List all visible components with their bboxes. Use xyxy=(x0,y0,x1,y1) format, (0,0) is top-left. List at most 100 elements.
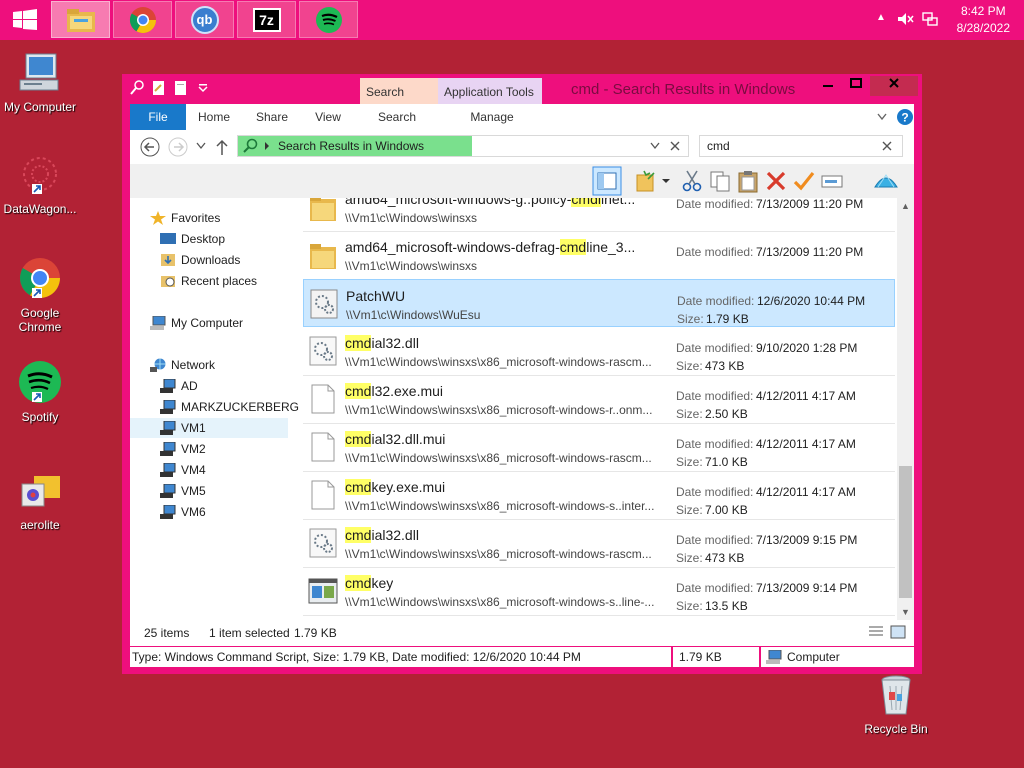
file-path: \\Vm1\c\Windows\WuEsu xyxy=(346,308,481,322)
scroll-down-arrow-icon[interactable]: ▼ xyxy=(897,604,914,620)
file-row[interactable]: amd64_microsoft-windows-defrag-cmdline_3… xyxy=(303,231,895,280)
paste-icon[interactable] xyxy=(736,169,760,193)
scroll-up-arrow-icon[interactable]: ▲ xyxy=(897,198,914,214)
clear-address-icon[interactable] xyxy=(670,141,680,151)
tab-share[interactable]: Share xyxy=(248,104,296,130)
details-view-icon[interactable] xyxy=(868,625,884,639)
nav-downloads[interactable]: Downloads xyxy=(130,250,288,270)
tray-overflow-chevron[interactable]: ▲ xyxy=(876,12,886,52)
tab-home[interactable]: Home xyxy=(190,104,238,130)
search-box[interactable]: cmd xyxy=(699,135,903,157)
tab-manage[interactable]: Manage xyxy=(446,104,538,130)
address-dropdown-icon[interactable] xyxy=(650,142,660,150)
desktop-icon-my-computer[interactable]: My Computer xyxy=(0,50,80,114)
new-item-dropdown-icon[interactable] xyxy=(660,169,672,193)
nav-recent-places[interactable]: Recent places xyxy=(130,271,288,291)
desktop-icon-google-chrome[interactable]: Google Chrome xyxy=(0,256,80,334)
start-button[interactable] xyxy=(0,0,50,40)
file-row[interactable]: cmdial32.dll.mui \\Vm1\c\Windows\winsxs\x… xyxy=(303,423,895,472)
up-arrow-icon[interactable] xyxy=(214,137,230,157)
desktop-icon-recycle-bin[interactable]: Recycle Bin xyxy=(856,672,936,736)
tab-search[interactable]: Search xyxy=(368,104,426,130)
tab-search-tools[interactable]: Search Tools xyxy=(360,78,438,127)
file-name[interactable]: cmdkey xyxy=(345,575,393,591)
file-row[interactable]: cmdl32.exe.mui \\Vm1\c\Windows\winsxs\x86… xyxy=(303,375,895,424)
search-input[interactable]: cmd xyxy=(707,139,730,153)
taskbar-qbittorrent[interactable]: qb xyxy=(175,1,234,38)
taskbar-chrome[interactable] xyxy=(113,1,172,38)
file-list: amd64_microsoft-windows-g..policy-cmdlin… xyxy=(303,198,897,620)
title-bar[interactable]: Search Tools Application Tools cmd - Sea… xyxy=(122,74,922,127)
customize-chevron-icon[interactable] xyxy=(196,80,210,96)
preview-pane-icon[interactable] xyxy=(592,166,622,196)
forward-icon[interactable] xyxy=(168,137,188,157)
nav-favorites[interactable]: Favorites xyxy=(130,208,288,228)
size-value: 71.0 KB xyxy=(705,455,748,469)
desktop-icon-aerolite[interactable]: aerolite xyxy=(0,468,80,532)
cut-icon[interactable] xyxy=(680,169,704,193)
tab-file[interactable]: File xyxy=(130,104,186,130)
file-name[interactable]: PatchWU xyxy=(346,288,405,304)
nav-my-computer[interactable]: My Computer xyxy=(130,313,288,333)
date-modified-label: Date modified: xyxy=(676,533,754,547)
nav-host-vm5[interactable]: VM5 xyxy=(130,481,288,501)
file-name[interactable]: cmdial32.dll xyxy=(345,335,419,351)
ribbon-expand-icon[interactable] xyxy=(876,112,888,122)
vertical-scrollbar[interactable]: ▲ ▼ xyxy=(897,198,914,620)
taskbar-file-explorer[interactable] xyxy=(51,1,110,38)
tab-application-tools[interactable]: Application Tools xyxy=(438,78,542,104)
taskbar-spotify[interactable] xyxy=(299,1,358,38)
file-row[interactable]: cmdkey \\Vm1\c\Windows\winsxs\x86_microso… xyxy=(303,567,895,616)
system-clock[interactable]: 8:42 PM 8/28/2022 xyxy=(957,3,1010,37)
nav-host-markzuckerberg[interactable]: MARKZUCKERBERG xyxy=(130,397,299,417)
copy-icon[interactable] xyxy=(708,169,732,193)
rename-icon[interactable] xyxy=(820,169,844,193)
svg-text:?: ? xyxy=(901,111,908,125)
file-row[interactable]: cmdkey.exe.mui \\Vm1\c\Windows\winsxs\x86… xyxy=(303,471,895,520)
minimize-button[interactable] xyxy=(814,76,842,96)
close-button[interactable] xyxy=(870,76,918,96)
file-row[interactable]: amd64_microsoft-windows-g..policy-cmdlin… xyxy=(303,198,895,232)
desktop-icon-datawagon[interactable]: DataWagon... xyxy=(0,152,80,216)
nav-label: VM1 xyxy=(181,421,206,435)
nav-host-vm1[interactable]: VM1 xyxy=(130,418,288,438)
file-row[interactable]: cmdial32.dll \\Vm1\c\Windows\winsxs\x86_m… xyxy=(303,327,895,376)
maximize-button[interactable] xyxy=(842,76,870,96)
back-icon[interactable] xyxy=(140,137,160,157)
properties-icon[interactable] xyxy=(152,80,166,96)
properties-shell-icon[interactable] xyxy=(872,167,900,195)
desktop-icon-spotify[interactable]: Spotify xyxy=(0,360,80,424)
new-item-icon[interactable] xyxy=(634,169,658,193)
help-icon[interactable]: ? xyxy=(896,108,914,126)
nav-host-ad[interactable]: AD xyxy=(130,376,288,396)
nav-host-vm2[interactable]: VM2 xyxy=(130,439,288,459)
nav-host-vm6[interactable]: VM6 xyxy=(130,502,288,522)
new-folder-icon[interactable] xyxy=(174,80,188,96)
volume-muted-icon[interactable] xyxy=(896,10,914,50)
tab-view[interactable]: View xyxy=(304,104,352,130)
scrollbar-thumb[interactable] xyxy=(899,466,912,598)
file-row[interactable]: PatchWU \\Vm1\c\Windows\WuEsu Date modifie… xyxy=(303,279,895,327)
file-name[interactable]: cmdkey.exe.mui xyxy=(345,479,445,495)
file-row[interactable]: cmdial32.dll \\Vm1\c\Windows\winsxs\x86_m… xyxy=(303,519,895,568)
large-icons-view-icon[interactable] xyxy=(890,625,906,639)
file-name[interactable]: amd64_microsoft-windows-g..policy-cmdlin… xyxy=(345,198,635,207)
rename-check-icon[interactable] xyxy=(792,169,816,193)
file-name[interactable]: amd64_microsoft-windows-defrag-cmdline_3… xyxy=(345,239,635,255)
file-name[interactable]: cmdial32.dll.mui xyxy=(345,431,445,447)
file-name[interactable]: cmdial32.dll xyxy=(345,527,419,543)
recent-locations-icon[interactable] xyxy=(196,142,206,150)
delete-icon[interactable] xyxy=(764,169,788,193)
clear-search-icon[interactable] xyxy=(882,141,892,151)
search-pin-icon[interactable] xyxy=(130,80,144,96)
nav-desktop[interactable]: Desktop xyxy=(130,229,288,249)
breadcrumb-arrow-icon[interactable] xyxy=(264,142,270,150)
network-icon[interactable] xyxy=(921,10,939,50)
nav-host-vm4[interactable]: VM4 xyxy=(130,460,288,480)
address-bar[interactable]: Search Results in Windows xyxy=(237,135,689,157)
file-name[interactable]: cmdl32.exe.mui xyxy=(345,383,443,399)
taskbar-7zip[interactable]: 7z xyxy=(237,1,296,38)
date-modified-value: 7/13/2009 11:20 PM xyxy=(756,245,864,259)
nav-network[interactable]: Network xyxy=(130,355,288,375)
size-value: 13.5 KB xyxy=(705,599,748,613)
